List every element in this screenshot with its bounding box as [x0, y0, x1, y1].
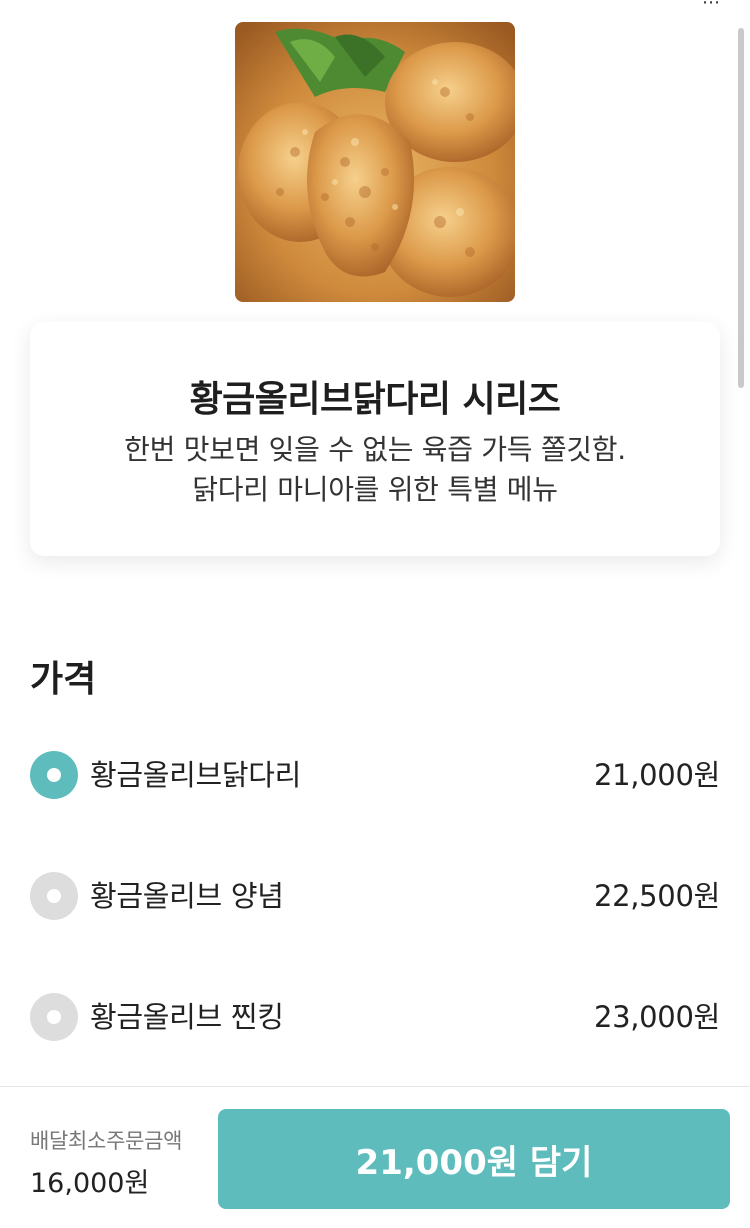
menu-title: 황금올리브닭다리 시리즈	[189, 379, 561, 420]
menu-description-line-2: 닭다리 마니아를 위한 특별 메뉴	[192, 473, 558, 506]
price-option-1[interactable]: 황금올리브 양념 22,500원	[30, 872, 720, 920]
price-option-0[interactable]: 황금올리브닭다리 21,000원	[30, 751, 720, 799]
price-option-price: 22,500원	[593, 879, 720, 913]
price-section-heading: 가격	[30, 659, 97, 700]
add-to-cart-button[interactable]: 21,000원 담기	[218, 1109, 730, 1209]
price-option-price: 21,000원	[593, 758, 720, 792]
price-option-price: 23,000원	[593, 1000, 720, 1034]
price-option-2[interactable]: 황금올리브 찐킹 23,000원	[30, 993, 720, 1041]
menu-info-card: 황금올리브닭다리 시리즈 한번 맛보면 잊을 수 없는 육즙 가득 쫄깃함. 닭…	[30, 322, 720, 556]
scrollbar[interactable]	[738, 28, 744, 388]
price-option-name: 황금올리브닭다리	[90, 758, 302, 792]
min-order-label: 배달최소주문금액	[30, 1129, 183, 1153]
share-icon[interactable]: ⋯	[702, 0, 720, 13]
menu-description-line-1: 한번 맛보면 잊을 수 없는 육즙 가득 쫄깃함.	[124, 433, 626, 466]
min-order-value: 16,000원	[30, 1168, 150, 1199]
price-option-name: 황금올리브 찐킹	[90, 1000, 284, 1034]
radio-selected-icon[interactable]	[30, 751, 78, 799]
radio-unselected-icon[interactable]	[30, 872, 78, 920]
fried-chicken-image	[235, 22, 515, 302]
menu-description: 한번 맛보면 잊을 수 없는 육즙 가득 쫄깃함. 닭다리 마니아를 위한 특별…	[30, 430, 720, 510]
price-option-name: 황금올리브 양념	[90, 879, 284, 913]
menu-photo	[235, 22, 515, 302]
radio-unselected-icon[interactable]	[30, 993, 78, 1041]
order-bar: 배달최소주문금액 16,000원 21,000원 담기	[0, 1086, 750, 1228]
